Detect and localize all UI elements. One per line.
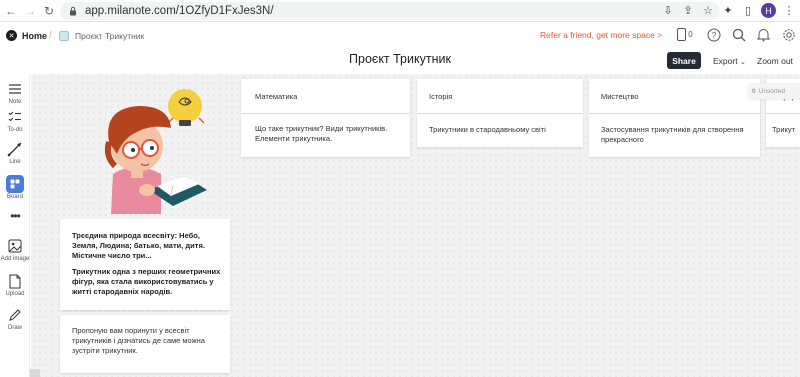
sidepanel-icon[interactable]: ▯ xyxy=(741,4,755,18)
home-link[interactable]: ✕ Home xyxy=(6,30,47,41)
column-card[interactable]: Що таке трикутник? Види трикутників. Еле… xyxy=(241,114,410,157)
thinking-kid-illustration xyxy=(104,89,207,214)
column-card-text: Трикут xyxy=(772,125,796,134)
note-card[interactable]: Трєєдина природа всесвіту: Небо, Земля, … xyxy=(60,219,230,310)
tool-add-image[interactable]: Add image xyxy=(0,237,30,262)
column-card-text: Трикутники в стародавньому світі xyxy=(429,125,546,134)
tool-board-label: Board xyxy=(6,194,23,200)
column-card[interactable]: Трикут xyxy=(766,114,800,147)
column-header[interactable]: Мистецтво xyxy=(589,79,760,113)
home-label: Home xyxy=(22,30,48,41)
device-count: 0 xyxy=(688,30,693,39)
tool-line-label: Line xyxy=(9,159,21,165)
share-button[interactable]: Share xyxy=(667,52,701,69)
settings-gear-icon[interactable] xyxy=(781,27,796,42)
install-icon[interactable]: ⇩ xyxy=(661,4,675,18)
tool-board[interactable]: Board xyxy=(0,175,30,200)
column-card-text: Що таке трикутник? Види трикутників. Еле… xyxy=(255,124,388,144)
browser-chrome: ← → ↻ app.milanote.com/1OZfyD1FxJes3N/ ⇩… xyxy=(0,0,800,22)
column-title: Математика xyxy=(255,92,298,101)
tool-add-image-label: Add image xyxy=(0,256,30,262)
tool-draw-label: Draw xyxy=(7,325,22,331)
chevron-down-icon: ⌄ xyxy=(739,59,746,66)
tool-draw[interactable]: Draw xyxy=(0,306,30,331)
search-icon[interactable] xyxy=(731,27,746,42)
note-paragraph: Трикутник одна з перших геометричних фіг… xyxy=(72,267,221,297)
tool-note-label: Note xyxy=(8,99,22,105)
browser-actions: ⇩ ⇪ ☆ ✦ ▯ H ⋮ xyxy=(661,3,796,18)
notifications-bell-icon[interactable] xyxy=(756,27,771,42)
help-icon[interactable]: ? xyxy=(706,27,721,42)
tool-todo-label: To-do xyxy=(7,127,23,133)
url-text: app.milanote.com/1OZfyD1FxJes3N/ xyxy=(85,5,274,17)
column-card[interactable]: Трикутники в стародавньому світі xyxy=(417,114,583,147)
more-icon: ••• xyxy=(10,209,21,223)
todo-icon xyxy=(6,108,24,126)
scrollbar-thumb[interactable] xyxy=(30,369,40,377)
tool-todo[interactable]: To-do xyxy=(0,108,30,133)
unsorted-count: 0 xyxy=(752,87,756,95)
left-toolbar: Note To-do Line Board ••• Add image Uplo… xyxy=(0,74,30,377)
header-icons: 0 ? xyxy=(674,27,796,42)
column-card-text: Застосування трикутників для створення п… xyxy=(601,125,744,145)
board-canvas[interactable]: Математика Історія Мистецтво Природа Що … xyxy=(31,74,800,377)
breadcrumb-board-label: Проєкт Трикутник xyxy=(75,31,145,41)
breadcrumb-separator: / xyxy=(49,30,52,41)
upload-icon xyxy=(6,272,24,290)
forward-arrow-icon[interactable]: → xyxy=(22,3,38,19)
board-color-icon xyxy=(59,31,69,41)
address-bar[interactable]: app.milanote.com/1OZfyD1FxJes3N/ xyxy=(60,2,720,20)
column-title: Мистецтво xyxy=(601,92,639,101)
tool-note[interactable]: Note xyxy=(0,80,30,105)
unsorted-label: Unsorted xyxy=(758,87,785,95)
milanote-logo-icon: ✕ xyxy=(6,30,17,41)
zoom-out-button[interactable]: Zoom out xyxy=(757,56,793,66)
column-header[interactable]: Історія xyxy=(417,79,583,113)
tool-upload[interactable]: Upload xyxy=(0,272,30,297)
note-paragraph: Пропоную вам поринути у всесвіт трикутни… xyxy=(72,326,205,356)
board-icon xyxy=(6,175,24,193)
unsorted-badge[interactable]: 0 Unsorted xyxy=(748,83,800,99)
pencil-icon xyxy=(6,306,24,324)
lock-icon xyxy=(70,6,76,16)
profile-avatar[interactable]: H xyxy=(761,3,776,18)
column-card[interactable]: Застосування трикутників для створення п… xyxy=(589,114,760,157)
extensions-icon[interactable]: ✦ xyxy=(721,4,735,18)
referral-link[interactable]: Refer a friend, get more space > xyxy=(540,30,662,40)
svg-text:?: ? xyxy=(711,31,716,40)
export-button[interactable]: Export ⌄ xyxy=(713,56,746,66)
note-paragraph: Трєєдина природа всесвіту: Небо, Земля, … xyxy=(72,231,205,261)
tool-more[interactable]: ••• xyxy=(0,207,30,225)
export-label: Export xyxy=(713,56,738,66)
note-icon xyxy=(6,80,24,98)
back-arrow-icon[interactable]: ← xyxy=(3,3,19,19)
column-header[interactable]: Математика xyxy=(241,79,410,113)
device-icon[interactable]: 0 xyxy=(674,27,696,42)
tool-upload-label: Upload xyxy=(5,291,25,297)
breadcrumb-board[interactable]: Проєкт Трикутник xyxy=(59,31,144,41)
app-header: ✕ Home / Проєкт Трикутник Refer a friend… xyxy=(0,22,800,74)
column-title: Історія xyxy=(429,92,453,101)
note-card[interactable]: Пропоную вам поринути у всесвіт трикутни… xyxy=(60,315,230,373)
menu-dots-icon[interactable]: ⋮ xyxy=(782,4,796,18)
line-icon xyxy=(6,140,24,158)
image-icon xyxy=(6,237,24,255)
reload-icon[interactable]: ↻ xyxy=(41,3,57,19)
share-page-icon[interactable]: ⇪ xyxy=(681,4,695,18)
tool-line[interactable]: Line xyxy=(0,140,30,165)
star-icon[interactable]: ☆ xyxy=(701,4,715,18)
